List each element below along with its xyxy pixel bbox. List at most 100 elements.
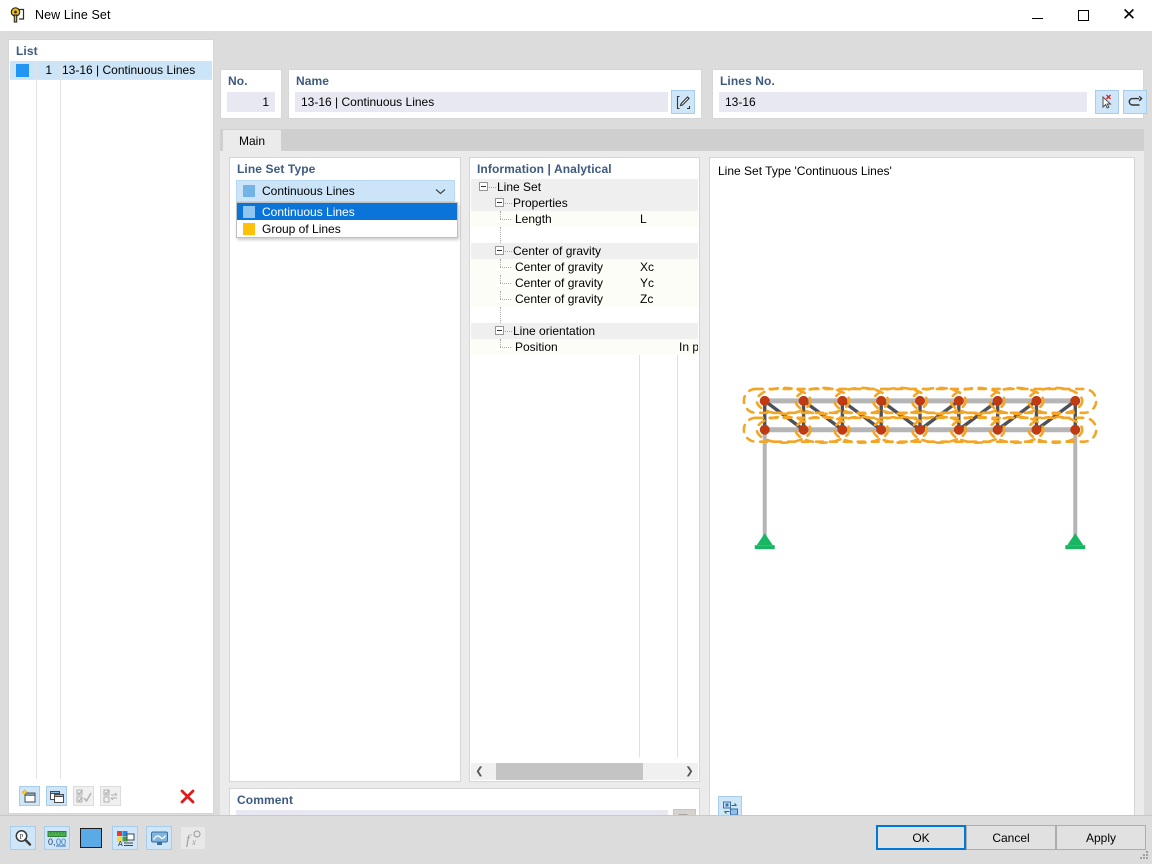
apply-button[interactable]: Apply	[1056, 825, 1146, 850]
lines-no-title: Lines No.	[720, 74, 775, 88]
tree-row-label: Center of gravity	[515, 292, 604, 306]
line-set-type-title: Line Set Type	[237, 162, 316, 176]
footer-tools: P 0, 00 A f x	[10, 826, 206, 850]
collapse-toggle-icon[interactable]	[495, 198, 504, 207]
tree-row-label: Center of gravity	[515, 260, 604, 274]
model-view[interactable]	[711, 159, 1133, 826]
tree-row-symbol: Xc	[640, 260, 655, 274]
number-input[interactable]: 1	[227, 92, 275, 112]
type-color-swatch-icon	[243, 185, 255, 197]
list-title: List	[16, 44, 38, 58]
tree-row-label: Center of gravity	[513, 244, 602, 258]
chevron-down-icon[interactable]	[435, 184, 446, 198]
scroll-track[interactable]	[488, 763, 681, 780]
dialog-body: List 1 13-16 | Continuous Lines No. 1 Na…	[0, 31, 1152, 864]
chevron-right-icon[interactable]: ❯	[681, 763, 698, 780]
tree-row[interactable]: Center of gravity Zc	[471, 291, 698, 307]
information-panel: Information | Analytical Line Set Proper…	[469, 157, 700, 782]
list-grid-line	[60, 61, 61, 779]
tree-row-spacer	[471, 227, 698, 243]
svg-text:P: P	[20, 833, 24, 841]
collapse-toggle-icon[interactable]	[479, 182, 488, 191]
svg-text:A: A	[118, 841, 123, 847]
ok-button[interactable]: OK	[876, 825, 966, 850]
window-title: New Line Set	[35, 8, 111, 22]
tab-strip: Main	[220, 129, 1144, 151]
select-all-button	[73, 786, 94, 806]
number-title: No.	[228, 74, 248, 88]
list-toolbar	[10, 780, 212, 812]
name-panel: Name 13-16 | Continuous Lines	[288, 69, 702, 119]
list-rows: 1 13-16 | Continuous Lines	[10, 61, 212, 779]
svg-text:0,: 0,	[48, 837, 56, 847]
information-title: Information | Analytical	[477, 162, 612, 176]
lines-no-input[interactable]: 13-16	[719, 92, 1087, 112]
line-set-type-panel: Line Set Type Continuous Lines Continuou…	[229, 157, 461, 782]
tree-row-value: In p	[679, 340, 698, 354]
scroll-thumb[interactable]	[496, 763, 643, 780]
tree-row[interactable]: Length L	[471, 211, 698, 227]
color-swatch-icon	[16, 63, 29, 77]
information-hscrollbar[interactable]: ❮ ❯	[471, 763, 698, 780]
dropdown-option-label: Group of Lines	[262, 221, 341, 236]
collapse-toggle-icon[interactable]	[495, 326, 504, 335]
list-item-label: 13-16 | Continuous Lines	[62, 63, 196, 77]
name-input[interactable]: 13-16 | Continuous Lines	[295, 92, 668, 112]
resize-grip[interactable]	[1139, 851, 1149, 861]
cancel-button[interactable]: Cancel	[966, 825, 1056, 850]
window-controls: ✕	[1014, 0, 1152, 31]
dropdown-option-continuous-lines[interactable]: Continuous Lines	[237, 203, 457, 220]
tree-row[interactable]: Center of gravity Xc	[471, 259, 698, 275]
option-color-swatch-icon	[243, 205, 255, 218]
tree-row-label: Length	[515, 212, 552, 226]
tree-row-symbol: Zc	[640, 292, 654, 306]
line-set-icon	[9, 6, 27, 24]
invert-selection-button	[100, 786, 121, 806]
number-format-icon[interactable]: 0, 00	[44, 826, 70, 850]
chevron-left-icon[interactable]: ❮	[471, 763, 488, 780]
comment-title: Comment	[237, 793, 294, 807]
delete-button[interactable]	[177, 786, 198, 806]
tree-row[interactable]: Properties	[471, 195, 698, 211]
line-set-type-combobox[interactable]: Continuous Lines	[236, 180, 455, 202]
new-line-set-button[interactable]	[19, 786, 40, 806]
tree-row-label: Line orientation	[513, 324, 596, 338]
close-icon[interactable]: ✕	[1106, 0, 1152, 31]
name-title: Name	[296, 74, 330, 88]
collapse-toggle-icon[interactable]	[495, 246, 504, 255]
option-color-swatch-icon	[243, 222, 255, 235]
minimize-icon[interactable]	[1014, 0, 1060, 31]
edit-pencil-icon[interactable]	[671, 90, 695, 114]
list-item[interactable]: 1 13-16 | Continuous Lines	[10, 61, 212, 79]
footer-bar: P 0, 00 A f x OK Cancel Apply	[0, 815, 1152, 864]
lines-no-panel: Lines No. 13-16	[712, 69, 1147, 119]
tree-row-spacer	[471, 307, 698, 323]
maximize-icon[interactable]	[1060, 0, 1106, 31]
dropdown-option-label: Continuous Lines	[262, 204, 355, 219]
dropdown-option-group-of-lines[interactable]: Group of Lines	[237, 220, 457, 237]
tree-row[interactable]: Line orientation	[471, 323, 698, 339]
new-line-set-dialog: New Line Set ✕ List 1 13-16 | Continuous…	[0, 0, 1152, 864]
list-item-index: 1	[45, 63, 52, 77]
tree-row[interactable]: Line Set	[471, 179, 698, 195]
tab-main[interactable]: Main	[222, 129, 282, 151]
list-grid-line	[36, 61, 37, 779]
tree-row[interactable]: Center of gravity Yc	[471, 275, 698, 291]
tab-page-main: Line Set Type Continuous Lines Continuou…	[220, 151, 1144, 836]
list-grid-line	[10, 79, 212, 80]
list-panel: List 1 13-16 | Continuous Lines	[8, 39, 214, 814]
undo-arrow-icon[interactable]	[1123, 90, 1147, 114]
monitor-icon[interactable]	[146, 826, 172, 850]
legend-icon[interactable]: A	[112, 826, 138, 850]
title-bar: New Line Set ✕	[0, 0, 1152, 31]
line-set-type-dropdown: Continuous Lines Group of Lines	[236, 202, 458, 238]
magnifier-icon[interactable]: P	[10, 826, 36, 850]
pick-cursor-icon[interactable]	[1095, 90, 1119, 114]
information-tree[interactable]: Line Set Properties Length L Center of g…	[471, 179, 698, 757]
tree-row[interactable]: Position In p	[471, 339, 698, 355]
tree-row[interactable]: Center of gravity	[471, 243, 698, 259]
copy-line-set-button[interactable]	[46, 786, 67, 806]
tree-row-symbol: L	[640, 212, 647, 226]
graphics-panel: Line Set Type 'Continuous Lines'	[709, 157, 1135, 829]
color-swatch-icon[interactable]	[78, 826, 104, 850]
